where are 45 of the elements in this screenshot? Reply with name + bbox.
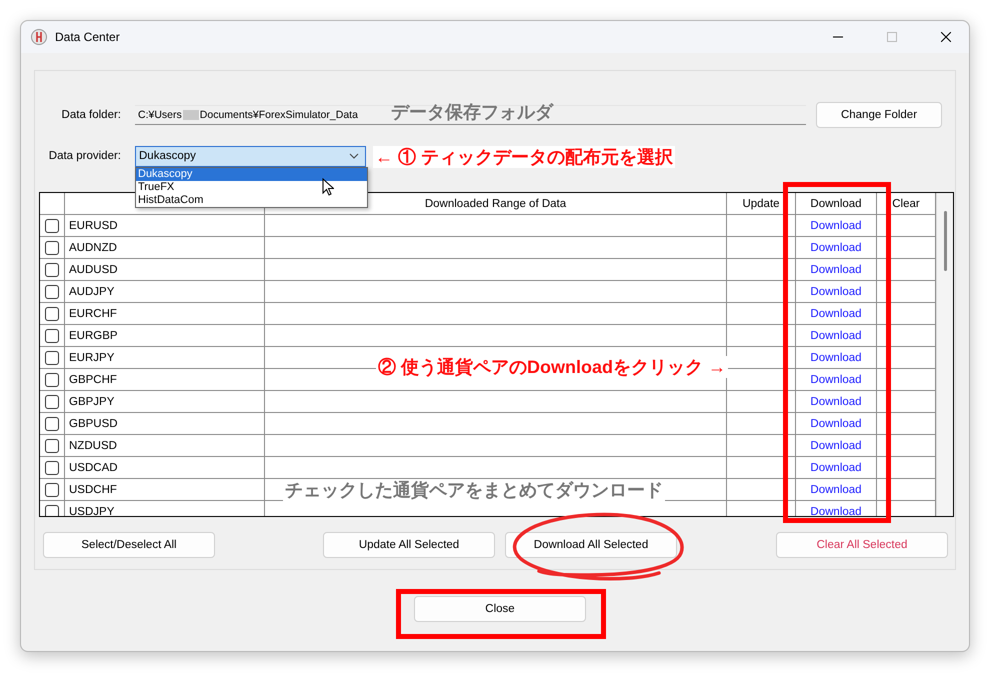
symbol-cell: EURJPY [65,347,265,368]
download-link[interactable]: Download [810,484,862,496]
symbol-cell: NZDUSD [65,435,265,456]
symbol-cell: GBPUSD [65,413,265,434]
symbol-cell: GBPJPY [65,391,265,412]
action-button[interactable]: Clear All Selected [776,532,948,558]
symbol-cell: USDJPY [65,501,265,516]
download-link[interactable]: Download [810,330,862,342]
download-link[interactable]: Download [810,374,862,386]
download-link[interactable]: Download [810,286,862,298]
download-link[interactable]: Download [810,352,862,364]
window-title: Data Center [55,30,121,44]
download-link[interactable]: Download [810,506,862,516]
annotation-callout: ② 使う通貨ペアのDownloadをクリック → [376,356,728,378]
field-label: Data folder: [60,109,121,121]
download-link[interactable]: Download [810,462,862,474]
symbol-cell: USDCHF [65,479,265,500]
action-button[interactable]: Update All Selected [323,532,495,558]
download-link[interactable]: Download [810,396,862,408]
change-folder-button[interactable]: Change Folder [816,102,942,128]
download-link[interactable]: Download [810,220,862,232]
symbol-cell: GBPCHF [65,369,265,390]
dropdown-option[interactable]: Dukascopy [136,168,367,180]
symbol-cell: AUDUSD [65,259,265,280]
symbol-cell: AUDNZD [65,237,265,258]
annotation-callout: ← ① ティックデータの配布元を選択 [373,146,676,168]
download-link[interactable]: Download [810,242,862,254]
download-link[interactable]: Download [810,308,862,320]
field-label: Data provider: [48,150,121,162]
symbol-cell: EURGBP [65,325,265,346]
download-link[interactable]: Download [810,418,862,430]
symbol-cell: EURUSD [65,215,265,236]
column-header[interactable]: Download [796,193,877,214]
column-header[interactable]: Downloaded Range of Data [265,193,727,214]
symbol-cell: AUDJPY [65,281,265,302]
symbol-cell: EURCHF [65,303,265,324]
column-header[interactable]: Update [727,193,796,214]
action-button[interactable]: Select/Deselect All [43,532,215,558]
action-button[interactable]: Download All Selected [505,532,677,558]
download-link[interactable]: Download [810,440,862,452]
dropdown-option[interactable]: HistDataCom [136,194,367,206]
download-link[interactable]: Download [810,264,862,276]
annotation-note: チェックした通貨ペアをまとめてダウンロード [283,479,665,501]
close-button[interactable]: Close [414,596,586,622]
symbol-cell: USDCAD [65,457,265,478]
